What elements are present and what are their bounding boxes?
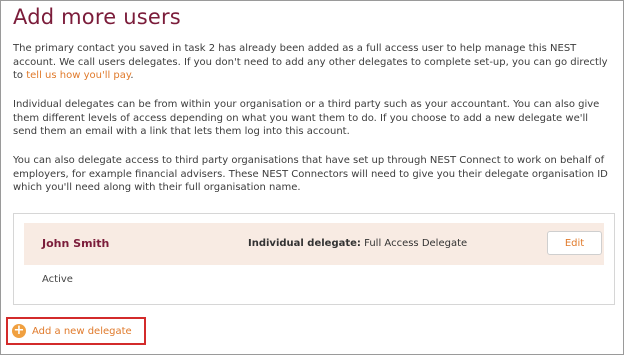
delegate-type-value: Full Access Delegate	[364, 238, 468, 249]
delegate-type-label: Individual delegate:	[248, 238, 361, 249]
delegate-type: Individual delegate: Full Access Delegat…	[248, 238, 467, 249]
intro-paragraph-1-end: .	[130, 70, 134, 81]
add-delegate-highlight: + Add a new delegate	[6, 317, 146, 345]
tell-us-how-you-pay-link[interactable]: tell us how you'll pay	[26, 70, 130, 81]
page-frame: Add more users The primary contact you s…	[0, 0, 624, 355]
intro-paragraph-1: The primary contact you saved in task 2 …	[13, 42, 613, 83]
delegate-row: John Smith Individual delegate: Full Acc…	[24, 223, 604, 265]
delegate-status: Active	[42, 274, 73, 285]
add-new-delegate-link[interactable]: + Add a new delegate	[12, 324, 132, 338]
intro-paragraph-3: You can also delegate access to third pa…	[13, 155, 608, 193]
delegate-name: John Smith	[42, 237, 110, 250]
page-title: Add more users	[13, 5, 181, 29]
intro-paragraph-2: Individual delegates can be from within …	[13, 99, 600, 137]
add-new-delegate-label[interactable]: Add a new delegate	[32, 326, 132, 337]
edit-delegate-button[interactable]: Edit	[547, 231, 602, 255]
delegates-panel: John Smith Individual delegate: Full Acc…	[13, 213, 615, 305]
plus-circle-icon[interactable]: +	[12, 324, 26, 338]
